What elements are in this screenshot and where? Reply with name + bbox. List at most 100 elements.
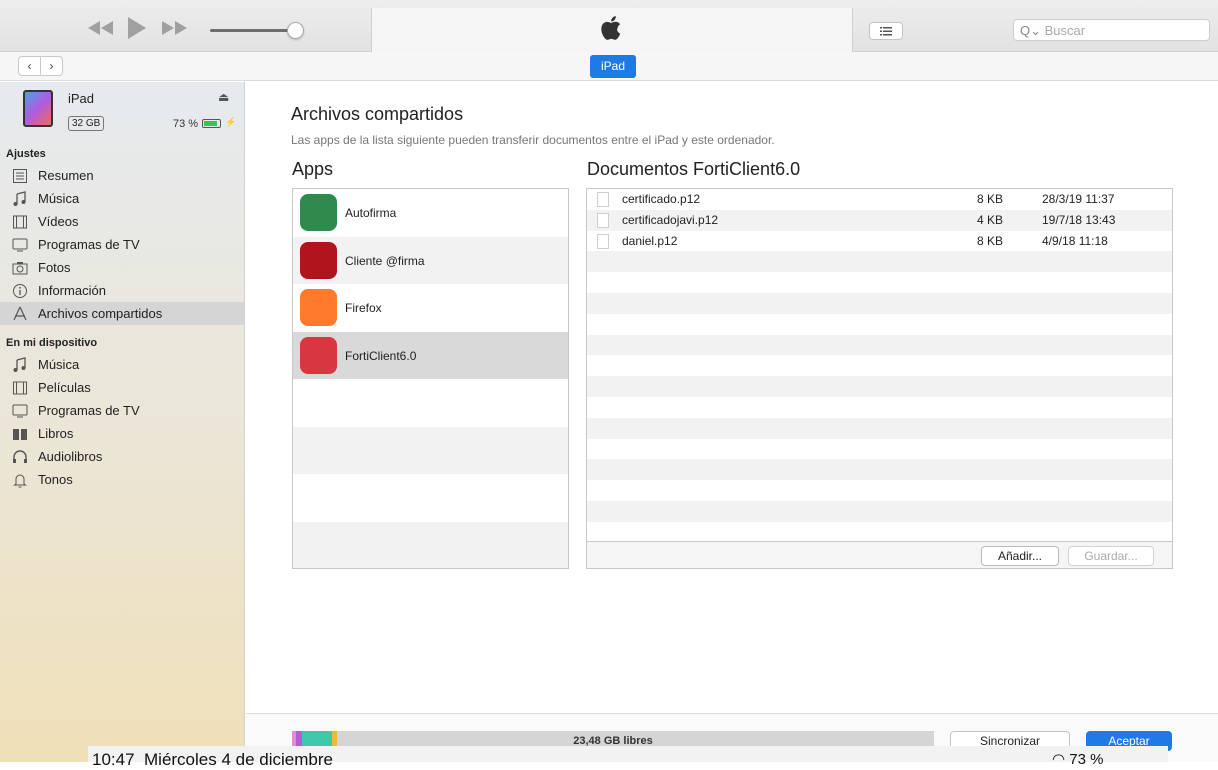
navigation-bar: ‹ › iPad [0,52,1218,81]
nav-arrows: ‹ › [18,56,63,76]
sidebar-item-label: Tonos [38,472,73,487]
empty-row [587,334,1172,356]
search-placeholder: Buscar [1044,23,1086,38]
sidebar-item-label: Fotos [38,260,71,275]
ipad-clock: 10:47 Miércoles 4 de diciembre [92,750,333,770]
empty-row [293,426,568,474]
empty-row [587,439,1172,460]
empty-row [587,251,1172,273]
sidebar-item-label: Programas de TV [38,237,140,252]
sidebar-item-música[interactable]: Música [0,353,244,376]
sidebar-item-películas[interactable]: Películas [0,376,244,399]
empty-row [587,459,1172,481]
add-button[interactable]: Añadir... [981,546,1059,566]
ipad-battery-status: ◠ 73 % [1052,750,1103,768]
document-date: 28/3/19 11:37 [1042,192,1115,206]
app-row[interactable]: Firefox [293,284,568,332]
document-name: certificado.p12 [622,192,701,206]
capacity-badge: 32 GB [68,116,105,131]
search-input[interactable]: Q⌄ Buscar [1013,19,1210,41]
app-icon [300,194,337,231]
page-subtitle: Las apps de la lista siguiente pueden tr… [291,133,775,147]
sidebar-item-label: Vídeos [38,214,79,229]
device-name: iPad [68,91,95,106]
sidebar-item-label: Resumen [38,168,94,183]
empty-row [587,500,1172,522]
wifi-icon: ◠ [1052,751,1070,768]
app-label: Firefox [345,301,382,315]
eject-icon[interactable]: ⏏ [218,90,229,104]
list-icon [880,27,892,36]
app-row[interactable]: FortiClient6.0 [293,331,568,379]
sidebar-item-audiolibros[interactable]: Audiolibros [0,445,244,468]
film-icon [12,380,28,396]
app-row[interactable]: Cliente @firma [293,236,568,284]
sidebar-item-label: Películas [38,380,91,395]
sidebar-item-libros[interactable]: Libros [0,422,244,445]
sidebar: iPad ⏏ 32 GB 73 % ⚡ Ajustes Resumen Músic… [0,82,245,762]
camera-icon [12,260,28,276]
file-icon [597,212,609,228]
document-row[interactable]: daniel.p12 8 KB 4/9/18 11:18 [587,231,1172,252]
ipad-date: Miércoles 4 de diciembre [144,750,333,769]
sidebar-item-resumen[interactable]: Resumen [0,164,244,187]
sidebar-item-vídeos[interactable]: Vídeos [0,210,244,233]
list-view-button[interactable] [869,22,903,40]
sidebar-item-información[interactable]: Información [0,279,244,302]
apps-list: Autofirma Cliente @firma Firefox FortiClien… [292,188,569,569]
app-label: Autofirma [345,206,397,220]
toolbar: Q⌄ Buscar [0,0,1218,52]
headphones-icon [12,449,28,465]
device-tab[interactable]: iPad [590,55,636,78]
document-row[interactable]: certificadojavi.p12 4 KB 19/7/18 13:43 [587,209,1172,231]
forward-button[interactable]: › [41,57,62,75]
save-button[interactable]: Guardar... [1068,546,1154,566]
file-icon [597,233,609,249]
empty-row [587,314,1172,335]
document-size: 8 KB [977,233,1004,248]
sidebar-item-label: Audiolibros [38,449,103,464]
ipad-battery-percentage: 73 % [1069,751,1104,768]
device-header[interactable]: iPad ⏏ 32 GB 73 % ⚡ [0,82,244,144]
document-size: 8 KB [977,192,1004,206]
sidebar-item-label: Programas de TV [38,403,140,418]
book-icon [12,426,28,442]
app-icon [300,336,337,374]
section-title-on-device: En mi dispositivo [6,337,98,349]
empty-row [587,480,1172,501]
sidebar-item-tonos[interactable]: Tonos [0,468,244,491]
battery-icon [202,119,221,128]
empty-row [293,474,568,522]
fast-forward-icon[interactable] [162,21,188,35]
document-row[interactable]: certificado.p12 8 KB 28/3/19 11:37 [587,189,1172,210]
page-title: Archivos compartidos [291,104,464,124]
volume-slider[interactable] [210,29,298,32]
sidebar-item-archivos-compartidos[interactable]: Archivos compartidos [0,302,244,325]
sidebar-item-label: Archivos compartidos [38,306,163,321]
play-icon[interactable] [128,17,146,39]
documents-heading: Documentos FortiClient6.0 [587,159,801,179]
empty-row [587,397,1172,418]
empty-row [587,272,1172,293]
sidebar-item-música[interactable]: Música [0,187,244,210]
volume-knob[interactable] [287,22,304,39]
sidebar-item-programas-de-tv[interactable]: Programas de TV [0,233,244,256]
app-icon [300,241,337,279]
documents-footer: Añadir... Guardar... [587,541,1172,568]
back-button[interactable]: ‹ [19,57,41,75]
tv-icon [12,237,28,253]
summary-icon [12,168,28,184]
music-icon [12,191,28,207]
section-title-settings: Ajustes [6,148,46,160]
sidebar-item-programas-de-tv[interactable]: Programas de TV [0,399,244,422]
sidebar-item-fotos[interactable]: Fotos [0,256,244,279]
music-icon [12,357,28,373]
sidebar-item-label: Música [38,357,80,372]
document-date: 19/7/18 13:43 [1042,212,1116,227]
empty-row [293,521,568,568]
app-icon [300,289,337,326]
empty-row [587,355,1172,376]
app-row[interactable]: Autofirma [293,189,568,237]
rewind-icon[interactable] [88,21,114,35]
document-size: 4 KB [977,212,1004,227]
